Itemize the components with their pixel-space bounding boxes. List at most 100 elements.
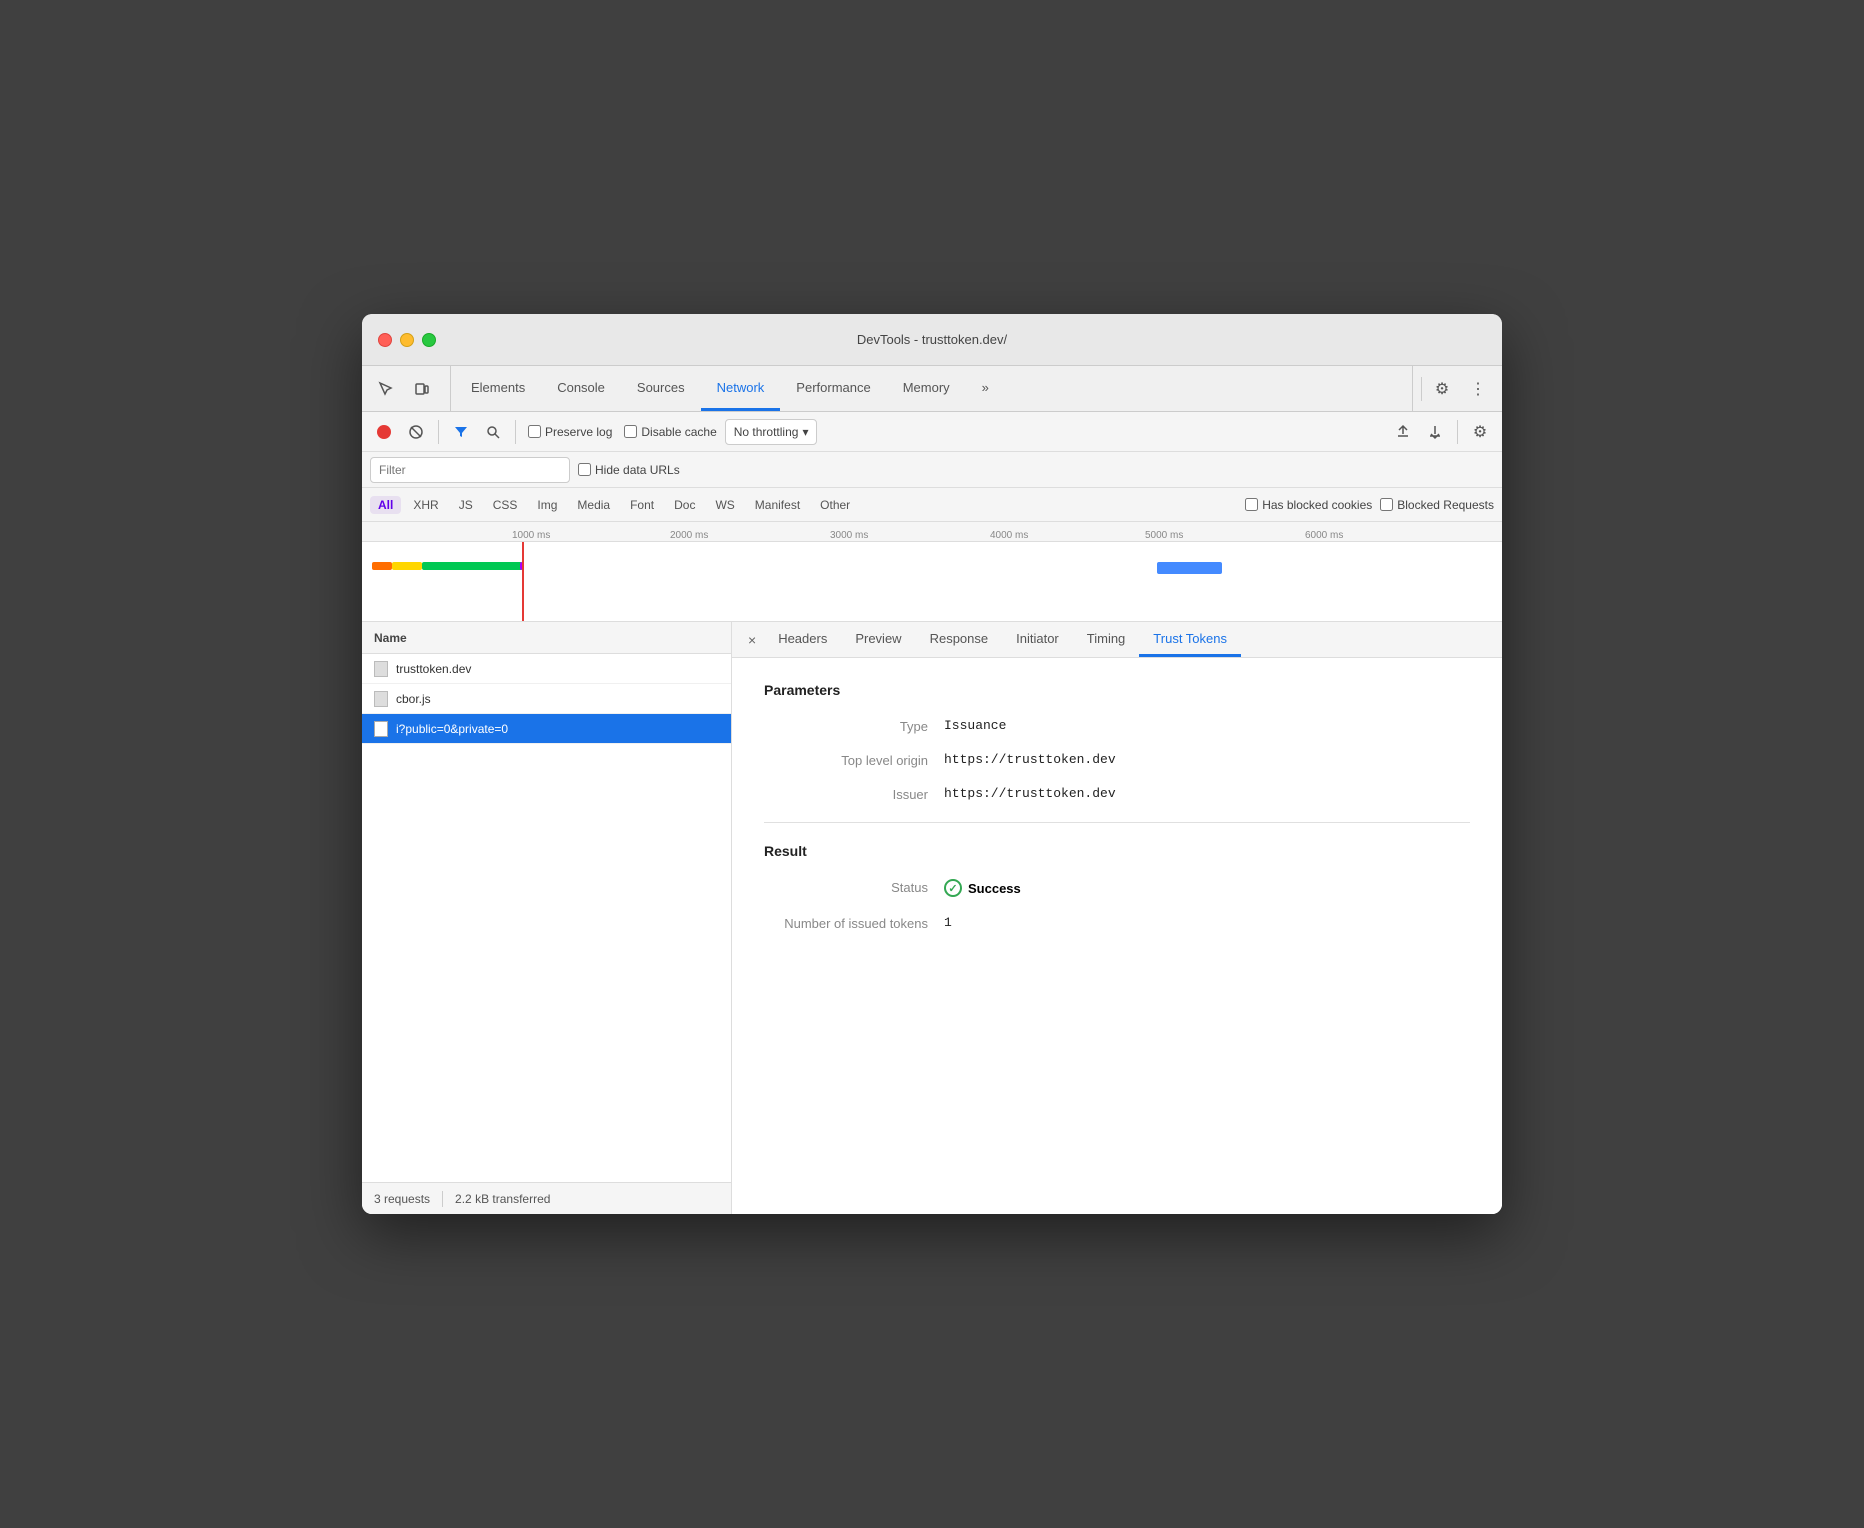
throttle-value: No throttling <box>734 425 799 439</box>
disable-cache-checkbox[interactable] <box>624 425 637 438</box>
type-filter-xhr[interactable]: XHR <box>405 496 446 514</box>
export-button[interactable] <box>1421 418 1449 446</box>
request-item-cbor[interactable]: cbor.js <box>362 684 731 714</box>
tab-console[interactable]: Console <box>541 366 621 411</box>
close-detail-button[interactable]: × <box>740 622 764 657</box>
window-title: DevTools - trusttoken.dev/ <box>857 332 1007 347</box>
cursor-icon-button[interactable] <box>370 373 402 405</box>
more-icon: ⋮ <box>1470 379 1486 399</box>
request-item-trusttoken[interactable]: trusttoken.dev <box>362 654 731 684</box>
type-filter-doc[interactable]: Doc <box>666 496 703 514</box>
disable-cache-label[interactable]: Disable cache <box>624 425 716 439</box>
type-filter-other[interactable]: Other <box>812 496 858 514</box>
requests-panel: Name trusttoken.dev cbor.js i?public=0&p… <box>362 622 732 1214</box>
type-filter-manifest[interactable]: Manifest <box>747 496 808 514</box>
blocked-requests-checkbox[interactable] <box>1380 498 1393 511</box>
status-value: Success <box>968 881 1021 896</box>
detail-tab-trust-tokens[interactable]: Trust Tokens <box>1139 622 1241 657</box>
detail-tab-headers[interactable]: Headers <box>764 622 841 657</box>
type-filter-font[interactable]: Font <box>622 496 662 514</box>
request-name-trusttoken: trusttoken.dev <box>396 662 471 676</box>
import-button[interactable] <box>1389 418 1417 446</box>
type-filter-bar: All XHR JS CSS Img Media Font Doc WS Man… <box>362 488 1502 522</box>
gear-icon: ⚙ <box>1435 379 1449 399</box>
tab-performance[interactable]: Performance <box>780 366 886 411</box>
detail-tab-preview[interactable]: Preview <box>841 622 915 657</box>
preserve-log-label[interactable]: Preserve log <box>528 425 612 439</box>
issued-tokens-row: Number of issued tokens 1 <box>764 915 1470 931</box>
traffic-lights <box>378 333 436 347</box>
top-level-origin-label: Top level origin <box>764 752 944 768</box>
search-button[interactable] <box>479 418 507 446</box>
success-icon: ✓ <box>944 879 962 897</box>
filter-button[interactable] <box>447 418 475 446</box>
requests-list: trusttoken.dev cbor.js i?public=0&privat… <box>362 654 731 1182</box>
parameters-section: Parameters Type Issuance Top level origi… <box>764 682 1470 802</box>
filter-input-wrap[interactable] <box>370 457 570 483</box>
nav-right: ⚙ ⋮ <box>1412 366 1494 411</box>
timeline-area: 1000 ms 2000 ms 3000 ms 4000 ms 5000 ms … <box>362 522 1502 622</box>
issued-tokens-label: Number of issued tokens <box>764 915 944 931</box>
tick-4000: 4000 ms <box>990 530 1028 541</box>
top-level-origin-row: Top level origin https://trusttoken.dev <box>764 752 1470 768</box>
network-settings-icon: ⚙ <box>1473 422 1487 442</box>
clear-button[interactable] <box>402 418 430 446</box>
top-level-origin-value: https://trusttoken.dev <box>944 752 1116 767</box>
blocked-requests-text: Blocked Requests <box>1397 498 1494 512</box>
tab-elements[interactable]: Elements <box>455 366 541 411</box>
type-filter-css[interactable]: CSS <box>485 496 526 514</box>
tick-1000: 1000 ms <box>512 530 550 541</box>
record-button[interactable] <box>370 418 398 446</box>
device-toolbar-button[interactable] <box>406 373 438 405</box>
has-blocked-cookies-label[interactable]: Has blocked cookies <box>1245 498 1372 512</box>
throttle-select[interactable]: No throttling ▾ <box>725 419 818 445</box>
minimize-button[interactable] <box>400 333 414 347</box>
hide-data-urls-label[interactable]: Hide data URLs <box>578 463 680 477</box>
request-item-issuance[interactable]: i?public=0&private=0 <box>362 714 731 744</box>
toolbar: Preserve log Disable cache No throttling… <box>362 412 1502 452</box>
issued-tokens-value: 1 <box>944 915 952 930</box>
timeline-ruler: 1000 ms 2000 ms 3000 ms 4000 ms 5000 ms … <box>362 522 1502 542</box>
main-area: Name trusttoken.dev cbor.js i?public=0&p… <box>362 622 1502 1214</box>
footer-divider <box>442 1191 443 1207</box>
close-button[interactable] <box>378 333 392 347</box>
type-filter-ws[interactable]: WS <box>707 496 742 514</box>
requests-count: 3 requests <box>374 1192 430 1206</box>
detail-panel: × Headers Preview Response Initiator Tim… <box>732 622 1502 1214</box>
search-icon <box>485 424 501 440</box>
detail-tab-response[interactable]: Response <box>916 622 1003 657</box>
type-filter-img[interactable]: Img <box>529 496 565 514</box>
tab-more[interactable]: » <box>966 366 1005 411</box>
has-blocked-cookies-checkbox[interactable] <box>1245 498 1258 511</box>
tab-memory[interactable]: Memory <box>887 366 966 411</box>
section-separator <box>764 822 1470 823</box>
network-settings-button[interactable]: ⚙ <box>1466 418 1494 446</box>
issuer-row: Issuer https://trusttoken.dev <box>764 786 1470 802</box>
type-filter-all[interactable]: All <box>370 496 401 514</box>
tick-2000: 2000 ms <box>670 530 708 541</box>
tab-network[interactable]: Network <box>701 366 781 411</box>
result-section: Result Status ✓ Success Number of issued… <box>764 843 1470 931</box>
type-filter-js[interactable]: JS <box>451 496 481 514</box>
requests-header: Name <box>362 622 731 654</box>
request-name-cbor: cbor.js <box>396 692 431 706</box>
more-menu-button[interactable]: ⋮ <box>1462 373 1494 405</box>
nav-separator <box>1421 377 1422 401</box>
tab-sources[interactable]: Sources <box>621 366 701 411</box>
settings-button[interactable]: ⚙ <box>1426 373 1458 405</box>
devtools-window: DevTools - trusttoken.dev/ Elements Cons… <box>362 314 1502 1214</box>
toolbar-divider-3 <box>1457 420 1458 444</box>
has-blocked-cookies-text: Has blocked cookies <box>1262 498 1372 512</box>
filter-bar: Hide data URLs <box>362 452 1502 488</box>
filter-input[interactable] <box>379 463 561 477</box>
hide-data-urls-checkbox[interactable] <box>578 463 591 476</box>
waterfall-bar-green <box>422 562 522 570</box>
blocked-requests-label[interactable]: Blocked Requests <box>1380 498 1494 512</box>
type-filter-media[interactable]: Media <box>569 496 618 514</box>
preserve-log-checkbox[interactable] <box>528 425 541 438</box>
detail-tab-timing[interactable]: Timing <box>1073 622 1140 657</box>
detail-tab-initiator[interactable]: Initiator <box>1002 622 1073 657</box>
waterfall-bar-orange <box>372 562 392 570</box>
no-icon <box>408 424 424 440</box>
maximize-button[interactable] <box>422 333 436 347</box>
